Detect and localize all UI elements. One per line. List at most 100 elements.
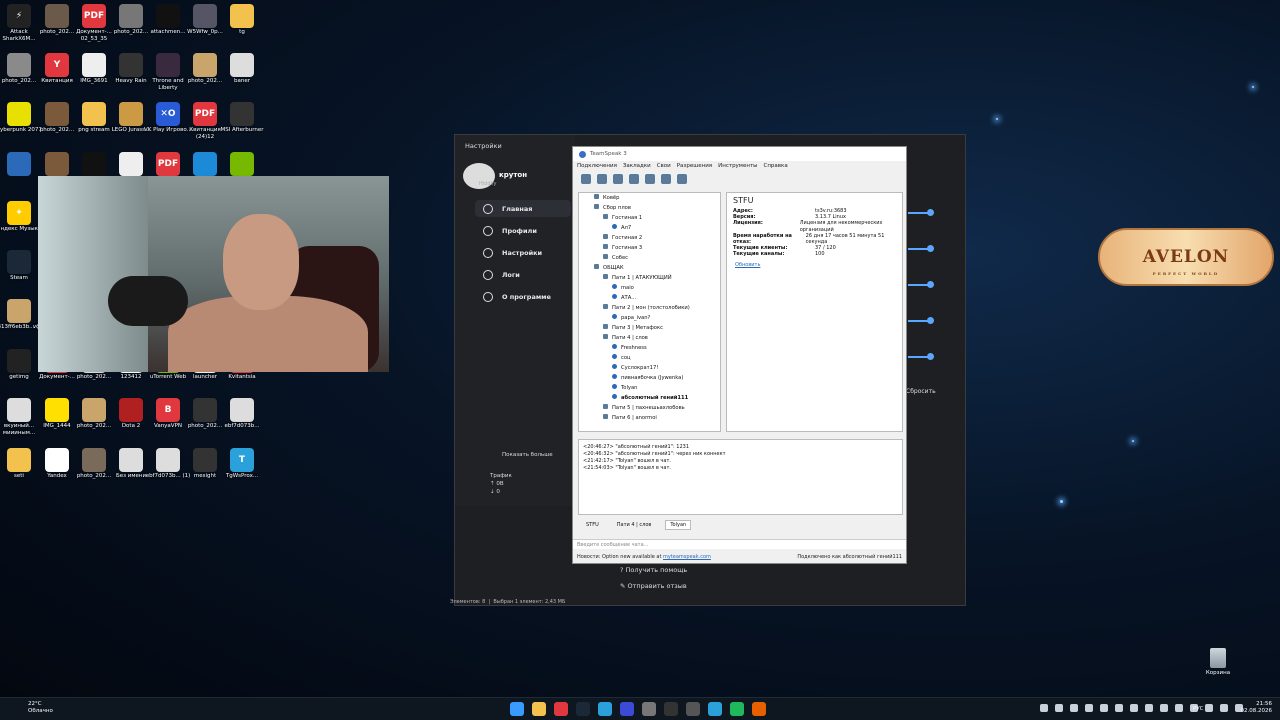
desktop-icon[interactable]: MSI Afterburner	[217, 100, 267, 148]
news-link[interactable]: myteamspeak.com	[663, 554, 711, 560]
green-app-icon[interactable]	[730, 702, 744, 716]
channel-row[interactable]: Пати 3 | Метафокс	[579, 323, 720, 333]
user-row[interactable]: maio	[579, 283, 720, 293]
user-row[interactable]: Freshness	[579, 343, 720, 353]
show-more-button[interactable]: Показать больше	[502, 452, 553, 458]
start-icon[interactable]	[510, 702, 524, 716]
channel-row[interactable]: Гостиная 3	[579, 243, 720, 253]
wallet-icon[interactable]	[686, 702, 700, 716]
nav-item[interactable]: Главная	[475, 200, 571, 217]
channel-row[interactable]: Сбор плов	[579, 203, 720, 213]
nav-item[interactable]: Профили	[475, 222, 571, 239]
tray-icons	[1040, 704, 1243, 712]
tray-icon[interactable]	[1040, 704, 1048, 712]
channel-row[interactable]: Пати 1 | АТАКУЮЩИЙ	[579, 273, 720, 283]
settings-icon[interactable]	[677, 174, 687, 184]
slider[interactable]	[908, 281, 934, 288]
user-icon	[612, 354, 617, 359]
mute-mic-icon[interactable]	[613, 174, 623, 184]
explorer-status: Элементов: 8 | Выбран 1 элемент: 2,43 МБ	[450, 599, 566, 605]
app-icon	[156, 53, 180, 77]
user-row[interactable]: пивнаябочка (Jywenka)	[579, 373, 720, 383]
language-indicator[interactable]: РУС	[1193, 706, 1204, 712]
nav-item[interactable]: Логи	[475, 266, 571, 283]
desktop-icon[interactable]: baner	[217, 51, 267, 99]
away-icon[interactable]	[645, 174, 655, 184]
menu-item[interactable]: Подключения	[577, 163, 617, 169]
connect-icon[interactable]	[581, 174, 591, 184]
menu-item[interactable]: Инструменты	[718, 163, 757, 169]
user-row[interactable]: АТА...	[579, 293, 720, 303]
menu-item[interactable]: Справка	[763, 163, 787, 169]
slider[interactable]	[908, 353, 934, 360]
clock[interactable]: 21:56 02.08.2026	[1241, 701, 1273, 715]
steam-icon[interactable]	[576, 702, 590, 716]
chat-tab[interactable]: STFU	[582, 521, 603, 529]
app-icon	[45, 152, 69, 176]
nav-item[interactable]: О программе	[475, 288, 571, 305]
menu-item[interactable]: Закладки	[623, 163, 651, 169]
desktop-icon[interactable]: tg	[217, 2, 267, 50]
tray-icon[interactable]	[1055, 704, 1063, 712]
user-row[interactable]: Суслократ17!	[579, 363, 720, 373]
user-row[interactable]: papa_ivan?	[579, 313, 720, 323]
explorer-icon[interactable]	[532, 702, 546, 716]
channel-row[interactable]: Пати 4 | слов	[579, 333, 720, 343]
help-link[interactable]: ? Получить помощь	[620, 562, 687, 578]
tray-icon[interactable]	[1160, 704, 1168, 712]
tray-icon[interactable]	[1205, 704, 1213, 712]
channel-row[interactable]: Пати 2 | мон (толстолобики)	[579, 303, 720, 313]
contacts-icon[interactable]	[661, 174, 671, 184]
refresh-link[interactable]: Обновить	[727, 258, 902, 272]
chat-tab[interactable]: Tolyan	[665, 520, 692, 530]
tray-icon[interactable]	[1175, 704, 1183, 712]
channel-row[interactable]: Гостиная 2	[579, 233, 720, 243]
desktop-icon[interactable]: ebf7d073b...	[217, 396, 267, 444]
channel-row[interactable]: Гостиная 1	[579, 213, 720, 223]
chat-tab[interactable]: Пати 4 | слов	[613, 521, 656, 529]
feedback-link[interactable]: ✎ Отправить отзыв	[620, 578, 687, 594]
tray-icon[interactable]	[1130, 704, 1138, 712]
channel-row[interactable]: Собес	[579, 253, 720, 263]
weather-widget[interactable]: 22°C Облачно	[8, 701, 53, 715]
tray-icon[interactable]	[1100, 704, 1108, 712]
bookmark-icon[interactable]	[597, 174, 607, 184]
reset-button[interactable]: Сбросить	[906, 388, 936, 395]
channel-row[interactable]: Пати 5 | пахнешьахлобовь	[579, 403, 720, 413]
tray-icon[interactable]	[1220, 704, 1228, 712]
channel-row[interactable]: Пати 6 | anormoi	[579, 413, 720, 423]
slider[interactable]	[908, 209, 934, 216]
tg-proxy-icon[interactable]	[708, 702, 722, 716]
telegram-icon[interactable]	[598, 702, 612, 716]
mute-speaker-icon[interactable]	[629, 174, 639, 184]
slider[interactable]	[908, 317, 934, 324]
profiles-icon	[483, 225, 493, 236]
nav-item[interactable]: Настройки	[475, 244, 571, 261]
obs-icon[interactable]	[664, 702, 678, 716]
tray-icon[interactable]	[1115, 704, 1123, 712]
yandex-icon[interactable]	[554, 702, 568, 716]
items-count: Элементов: 8	[450, 599, 486, 605]
user-row[interactable]: Ал7	[579, 223, 720, 233]
slider[interactable]	[908, 245, 934, 252]
tray-icon[interactable]	[1085, 704, 1093, 712]
tray-icon[interactable]	[1145, 704, 1153, 712]
gear-icon[interactable]	[642, 702, 656, 716]
chart-icon[interactable]	[620, 702, 634, 716]
info-key: Текущие каналы:	[733, 251, 785, 258]
avelon-ad[interactable]: AVELON PERFECT WORLD	[1098, 228, 1274, 286]
menu-item[interactable]: Разрешения	[677, 163, 712, 169]
channel-row[interactable]: Ковёр	[579, 193, 720, 203]
user-row[interactable]: абсолютный гений111	[579, 393, 720, 403]
channel-row[interactable]: ОБЩАК	[579, 263, 720, 273]
menu-item[interactable]: Свои	[657, 163, 671, 169]
help-links: ? Получить помощь ✎ Отправить отзыв	[620, 562, 687, 594]
user-row[interactable]: Tolyan	[579, 383, 720, 393]
tree-label: Ковёр	[603, 195, 620, 201]
desktop-icon[interactable]: T TgWsProx...	[217, 446, 267, 494]
recycle-bin[interactable]: Корзина	[1200, 646, 1236, 676]
chat-input[interactable]: Введите сообщение чата...	[573, 539, 906, 549]
firefox-icon[interactable]	[752, 702, 766, 716]
tray-icon[interactable]	[1070, 704, 1078, 712]
user-row[interactable]: соц	[579, 353, 720, 363]
